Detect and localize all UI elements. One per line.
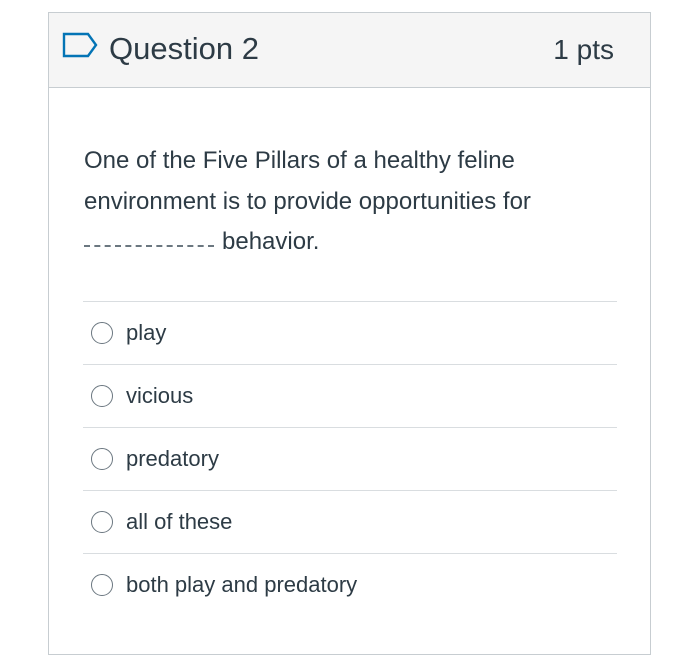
answer-option-both-play-and-predatory[interactable]: both play and predatory <box>83 554 617 617</box>
answer-label: vicious <box>126 383 194 408</box>
answer-label: all of these <box>126 509 233 534</box>
answer-option-all-of-these[interactable]: all of these <box>83 491 617 554</box>
question-card: Question 2 1 pts One of the Five Pillars… <box>48 12 651 655</box>
answer-label: play <box>126 320 167 345</box>
answer-option-play[interactable]: play <box>83 302 617 365</box>
question-title: Question 2 <box>109 31 259 66</box>
radio-button[interactable] <box>91 511 113 533</box>
radio-button[interactable] <box>91 448 113 470</box>
answer-list: play vicious predatory all of these both… <box>83 301 617 617</box>
answer-label: both play and predatory <box>126 572 358 597</box>
question-points: 1 pts <box>553 34 614 65</box>
radio-button[interactable] <box>91 385 113 407</box>
flag-outline-icon[interactable] <box>62 32 98 58</box>
question-text-line: One of the Five Pillars of a healthy fel… <box>84 147 531 215</box>
answer-option-predatory[interactable]: predatory <box>83 428 617 491</box>
question-text: One of the Five Pillars of a healthy fel… <box>84 141 614 263</box>
radio-button[interactable] <box>91 322 113 344</box>
answer-option-vicious[interactable]: vicious <box>83 365 617 428</box>
fill-in-blank <box>84 244 214 247</box>
question-header: Question 2 1 pts <box>49 13 650 88</box>
question-text-end: behavior. <box>222 228 320 255</box>
answer-label: predatory <box>126 446 219 471</box>
radio-button[interactable] <box>91 574 113 596</box>
